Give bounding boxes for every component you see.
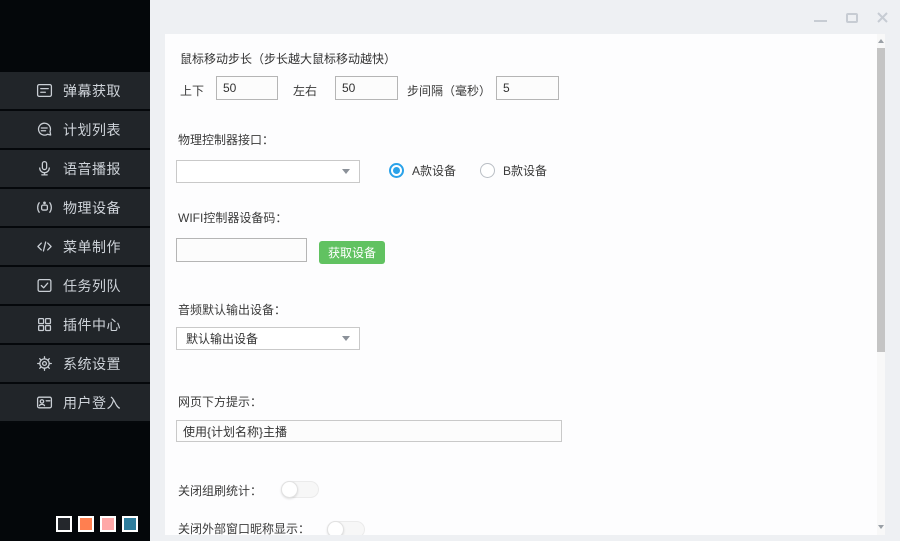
toggle-knob (327, 521, 344, 535)
danmaku-list-icon (36, 82, 53, 99)
chevron-down-icon (342, 336, 350, 341)
sidebar-item-label: 物理设备 (63, 198, 121, 218)
sidebar: 弹幕获取 计划列表 语音播报 物理设备 菜单制作 (0, 0, 150, 541)
theme-swatch-orange[interactable] (78, 516, 94, 532)
sidebar-item-label: 菜单制作 (63, 237, 121, 257)
physical-device-icon (36, 199, 53, 216)
sidebar-item-plan-list[interactable]: 计划列表 (0, 111, 150, 150)
group-stats-toggle[interactable] (281, 481, 319, 498)
minimize-button[interactable] (812, 8, 828, 24)
sidebar-item-system-settings[interactable]: 系统设置 (0, 345, 150, 384)
step-interval-label: 步间隔（毫秒） (407, 82, 491, 99)
sidebar-item-physical-device[interactable]: 物理设备 (0, 189, 150, 228)
radio-selected-icon (389, 163, 404, 178)
audio-output-dropdown-value: 默认输出设备 (186, 330, 258, 347)
settings-panel: 鼠标移动步长（步长越大鼠标移动越快） 上下 左右 步间隔（毫秒） 物理控制器接口… (165, 34, 885, 535)
sidebar-item-label: 插件中心 (63, 315, 121, 335)
minimize-icon (814, 20, 827, 22)
sidebar-item-label: 用户登入 (63, 393, 121, 413)
close-icon (877, 12, 888, 23)
sidebar-item-label: 语音播报 (63, 159, 121, 179)
vertical-scrollbar[interactable] (877, 34, 885, 535)
theme-color-swatches (56, 516, 138, 532)
radio-unselected-icon (480, 163, 495, 178)
task-check-icon (36, 277, 53, 294)
sidebar-item-menu-maker[interactable]: 菜单制作 (0, 228, 150, 267)
fetch-device-button[interactable]: 获取设备 (319, 241, 385, 264)
scroll-up-icon[interactable] (878, 39, 884, 43)
web-tip-input[interactable] (176, 420, 562, 442)
theme-swatch-pink[interactable] (100, 516, 116, 532)
step-interval-input[interactable] (496, 76, 559, 100)
vertical-step-label: 上下 (180, 82, 204, 99)
mouse-step-title: 鼠标移动步长（步长越大鼠标移动越快） (180, 50, 396, 67)
audio-output-dropdown[interactable]: 默认输出设备 (176, 327, 360, 350)
sidebar-item-plugin-center[interactable]: 插件中心 (0, 306, 150, 345)
device-type-a-label: A款设备 (412, 162, 456, 179)
sidebar-item-label: 计划列表 (63, 120, 121, 140)
sidebar-item-task-queue[interactable]: 任务列队 (0, 267, 150, 306)
sidebar-item-voice[interactable]: 语音播报 (0, 150, 150, 189)
device-type-b-radio[interactable]: B款设备 (480, 162, 547, 179)
controller-port-dropdown[interactable] (176, 160, 360, 183)
code-icon (36, 238, 53, 255)
web-tip-label: 网页下方提示： (178, 393, 262, 410)
group-stats-toggle-label: 关闭组刷统计： (178, 482, 262, 499)
maximize-icon (846, 13, 858, 23)
plan-chat-icon (36, 121, 53, 138)
chevron-down-icon (342, 169, 350, 174)
plugin-grid-icon (36, 316, 53, 333)
wifi-code-input[interactable] (176, 238, 307, 262)
gear-icon (36, 355, 53, 372)
scrollbar-thumb[interactable] (877, 48, 885, 352)
sidebar-item-label: 系统设置 (63, 354, 121, 374)
external-nickname-toggle-label: 关闭外部窗口昵称显示： (178, 520, 310, 535)
close-button[interactable] (874, 8, 890, 24)
device-type-b-label: B款设备 (503, 162, 547, 179)
theme-swatch-dark[interactable] (56, 516, 72, 532)
sidebar-item-label: 弹幕获取 (63, 81, 121, 101)
controller-port-label: 物理控制器接口： (178, 131, 274, 148)
wifi-code-label: WIFI控制器设备码： (178, 209, 287, 226)
user-card-icon (36, 394, 53, 411)
microphone-icon (36, 160, 53, 177)
sidebar-item-danmaku[interactable]: 弹幕获取 (0, 72, 150, 111)
theme-swatch-teal[interactable] (122, 516, 138, 532)
external-nickname-toggle[interactable] (327, 521, 365, 535)
horizontal-step-label: 左右 (293, 82, 317, 99)
audio-output-label: 音频默认输出设备： (178, 301, 286, 318)
vertical-step-input[interactable] (216, 76, 278, 100)
sidebar-item-label: 任务列队 (63, 276, 121, 296)
toggle-knob (281, 481, 298, 498)
scroll-down-icon[interactable] (878, 525, 884, 529)
sidebar-item-user-login[interactable]: 用户登入 (0, 384, 150, 423)
sidebar-nav: 弹幕获取 计划列表 语音播报 物理设备 菜单制作 (0, 72, 150, 423)
device-type-a-radio[interactable]: A款设备 (389, 162, 456, 179)
maximize-button[interactable] (844, 8, 860, 24)
horizontal-step-input[interactable] (335, 76, 398, 100)
